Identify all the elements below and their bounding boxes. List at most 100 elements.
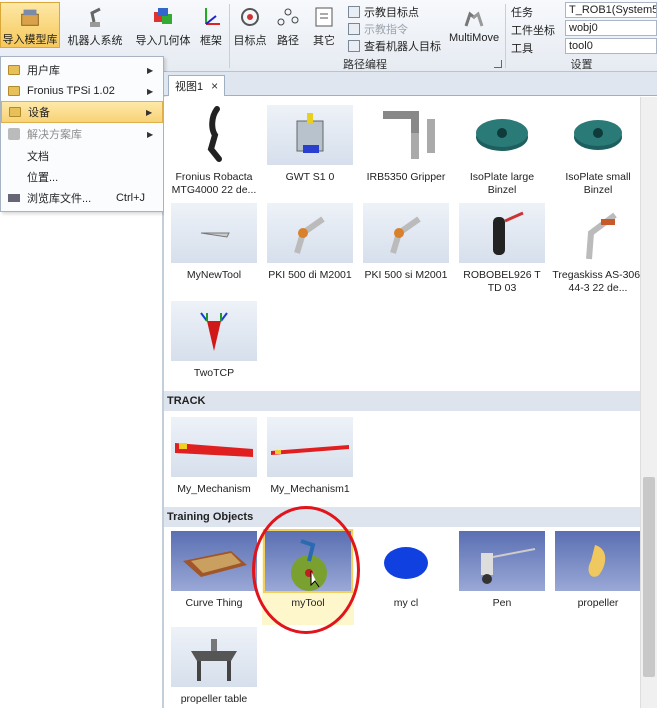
close-icon[interactable]: ×	[211, 79, 218, 93]
gallery-item[interactable]: MyNewTool	[168, 203, 260, 282]
menu-item-documents[interactable]: 文档	[1, 145, 163, 167]
item-caption: PKI 500 di M2001	[268, 269, 352, 281]
mynewtool-thumbnail	[171, 203, 257, 263]
gallery-item[interactable]: IsoPlate large Binzel	[456, 105, 548, 197]
gallery-item[interactable]: My_Mechanism1	[264, 417, 356, 496]
item-caption: PKI 500 si M2001	[364, 269, 448, 281]
library-icon	[21, 9, 39, 26]
menu-shortcut: Ctrl+J	[115, 192, 145, 204]
robot-system-label: 机器人系统	[67, 35, 123, 47]
settings-group-label: 设置	[570, 59, 593, 71]
menu-item-equipment[interactable]: 设备 ▶	[1, 101, 163, 123]
gallery-item[interactable]: Tregaskiss AS-306-44-3 22 de...	[552, 203, 640, 295]
submenu-arrow-icon: ▶	[147, 129, 154, 139]
teach-target-button[interactable]: 示教目标点	[348, 4, 419, 20]
robot-arm-icon	[90, 7, 101, 27]
twotcp-thumbnail	[171, 301, 257, 361]
path-button[interactable]: 路径	[272, 2, 304, 48]
gallery-item[interactable]: TwoTCP	[168, 301, 260, 380]
gallery-item[interactable]: PKI 500 si M2001	[360, 203, 452, 282]
view-robot-target-icon	[348, 40, 360, 52]
teach-instruction-button[interactable]: 示教指令	[348, 21, 408, 37]
menu-item-label: 解决方案库	[27, 129, 82, 141]
gallery-item[interactable]: my cl	[360, 531, 452, 610]
target-icon	[241, 8, 259, 26]
other-label: 其它	[313, 35, 335, 47]
scrollbar-thumb[interactable]	[643, 477, 655, 677]
library-gallery: Fronius Robacta MTG4000 22 de... GWT S1 …	[164, 97, 640, 708]
multimove-button[interactable]: MultiMove	[446, 2, 502, 48]
gallery-item[interactable]: IRB5350 Gripper	[360, 105, 452, 184]
gallery-item[interactable]: ROBOBEL926 T TD 03	[456, 203, 548, 295]
frame-button[interactable]: 框架	[196, 2, 226, 48]
tab-label: 视图1	[175, 81, 204, 93]
my-mechanism1-thumbnail	[267, 417, 353, 477]
path-icon	[277, 8, 299, 26]
import-library-button[interactable]: 导入模型库	[0, 2, 60, 48]
tool-select[interactable]: tool0	[565, 38, 657, 54]
gallery-item[interactable]: Curve Thing	[168, 531, 260, 610]
submenu-arrow-icon: ▶	[147, 86, 154, 96]
tregaskiss-thumbnail	[555, 203, 640, 263]
menu-item-solution-library[interactable]: 解决方案库 ▶	[1, 123, 163, 145]
isoplate-large-thumbnail	[459, 105, 545, 165]
teach-instruction-label: 示教指令	[364, 24, 408, 36]
import-geometry-button[interactable]: 导入几何体	[132, 2, 194, 48]
menu-item-user-library[interactable]: 用户库 ▶	[1, 59, 163, 81]
gallery-item[interactable]: IsoPlate small Binzel	[552, 105, 640, 197]
gallery-item[interactable]: Fronius Robacta MTG4000 22 de...	[168, 105, 260, 197]
gallery-item[interactable]: Pen	[456, 531, 548, 610]
item-caption: GWT S1 0	[285, 171, 335, 183]
gripper-thumbnail	[363, 105, 449, 165]
gallery-item[interactable]: GWT S1 0	[264, 105, 356, 184]
item-caption: IsoPlate large Binzel	[469, 171, 535, 196]
tab-view1[interactable]: 视图1 ×	[168, 75, 226, 96]
menu-item-fronius[interactable]: Fronius TPSi 1.02 ▶	[1, 80, 163, 102]
gallery-item[interactable]: PKI 500 di M2001	[264, 203, 356, 282]
propeller-table-thumbnail	[171, 627, 257, 687]
item-caption: Pen	[492, 597, 512, 609]
folder-icon	[9, 107, 21, 117]
path-label: 路径	[277, 35, 299, 47]
task-select[interactable]: T_ROB1(System55	[565, 2, 657, 18]
gallery-item[interactable]: propeller table	[168, 627, 260, 706]
propeller-thumbnail	[555, 531, 640, 591]
folder-icon	[8, 86, 20, 96]
left-panel	[0, 212, 162, 708]
gallery-item[interactable]: My_Mechanism	[168, 417, 260, 496]
import-library-menu: 用户库 ▶ Fronius TPSi 1.02 ▶ 设备 ▶ 解决方案库 ▶ 文…	[0, 56, 164, 212]
gallery-item[interactable]: propeller	[552, 531, 640, 610]
workobj-label: 工件坐标	[511, 25, 555, 37]
frame-axes-icon	[205, 8, 220, 25]
submenu-arrow-icon: ▶	[147, 65, 154, 75]
import-geometry-label: 导入几何体	[135, 35, 191, 47]
workobj-select[interactable]: wobj0	[565, 20, 657, 36]
item-caption: IsoPlate small Binzel	[565, 171, 631, 196]
frame-label: 框架	[200, 35, 222, 47]
target-button[interactable]: 目标点	[232, 2, 268, 48]
path-programming-group-label: 路径编程	[343, 59, 387, 71]
multimove-label: MultiMove	[448, 32, 500, 44]
item-caption: MyNewTool	[186, 269, 242, 281]
view-robot-target-button[interactable]: 查看机器人目标	[348, 38, 441, 54]
solution-icon	[8, 128, 20, 140]
curve-thing-thumbnail	[171, 531, 257, 591]
robot-system-button[interactable]: 机器人系统	[64, 2, 126, 48]
gallery-scrollbar[interactable]	[640, 97, 657, 708]
section-header-track: TRACK	[164, 391, 640, 411]
group-launcher-icon[interactable]	[494, 60, 502, 68]
import-library-label: 导入模型库	[2, 34, 58, 46]
menu-item-browse-library[interactable]: 浏览库文件... Ctrl+J	[1, 187, 163, 209]
item-caption: propeller table	[180, 693, 248, 705]
menu-item-label: 文档	[27, 151, 49, 163]
menu-item-location[interactable]: 位置...	[1, 166, 163, 188]
item-caption: Fronius Robacta MTG4000 22 de...	[171, 171, 257, 196]
geometry-icon	[154, 8, 172, 24]
other-button[interactable]: 其它	[308, 2, 340, 48]
isoplate-small-thumbnail	[555, 105, 640, 165]
my-cl-thumbnail	[363, 531, 449, 591]
torch-thumbnail	[171, 105, 257, 165]
item-caption: Tregaskiss AS-306-44-3 22 de...	[552, 269, 640, 294]
multimove-icon	[464, 11, 484, 27]
gallery-item[interactable]: myTool	[262, 529, 354, 625]
